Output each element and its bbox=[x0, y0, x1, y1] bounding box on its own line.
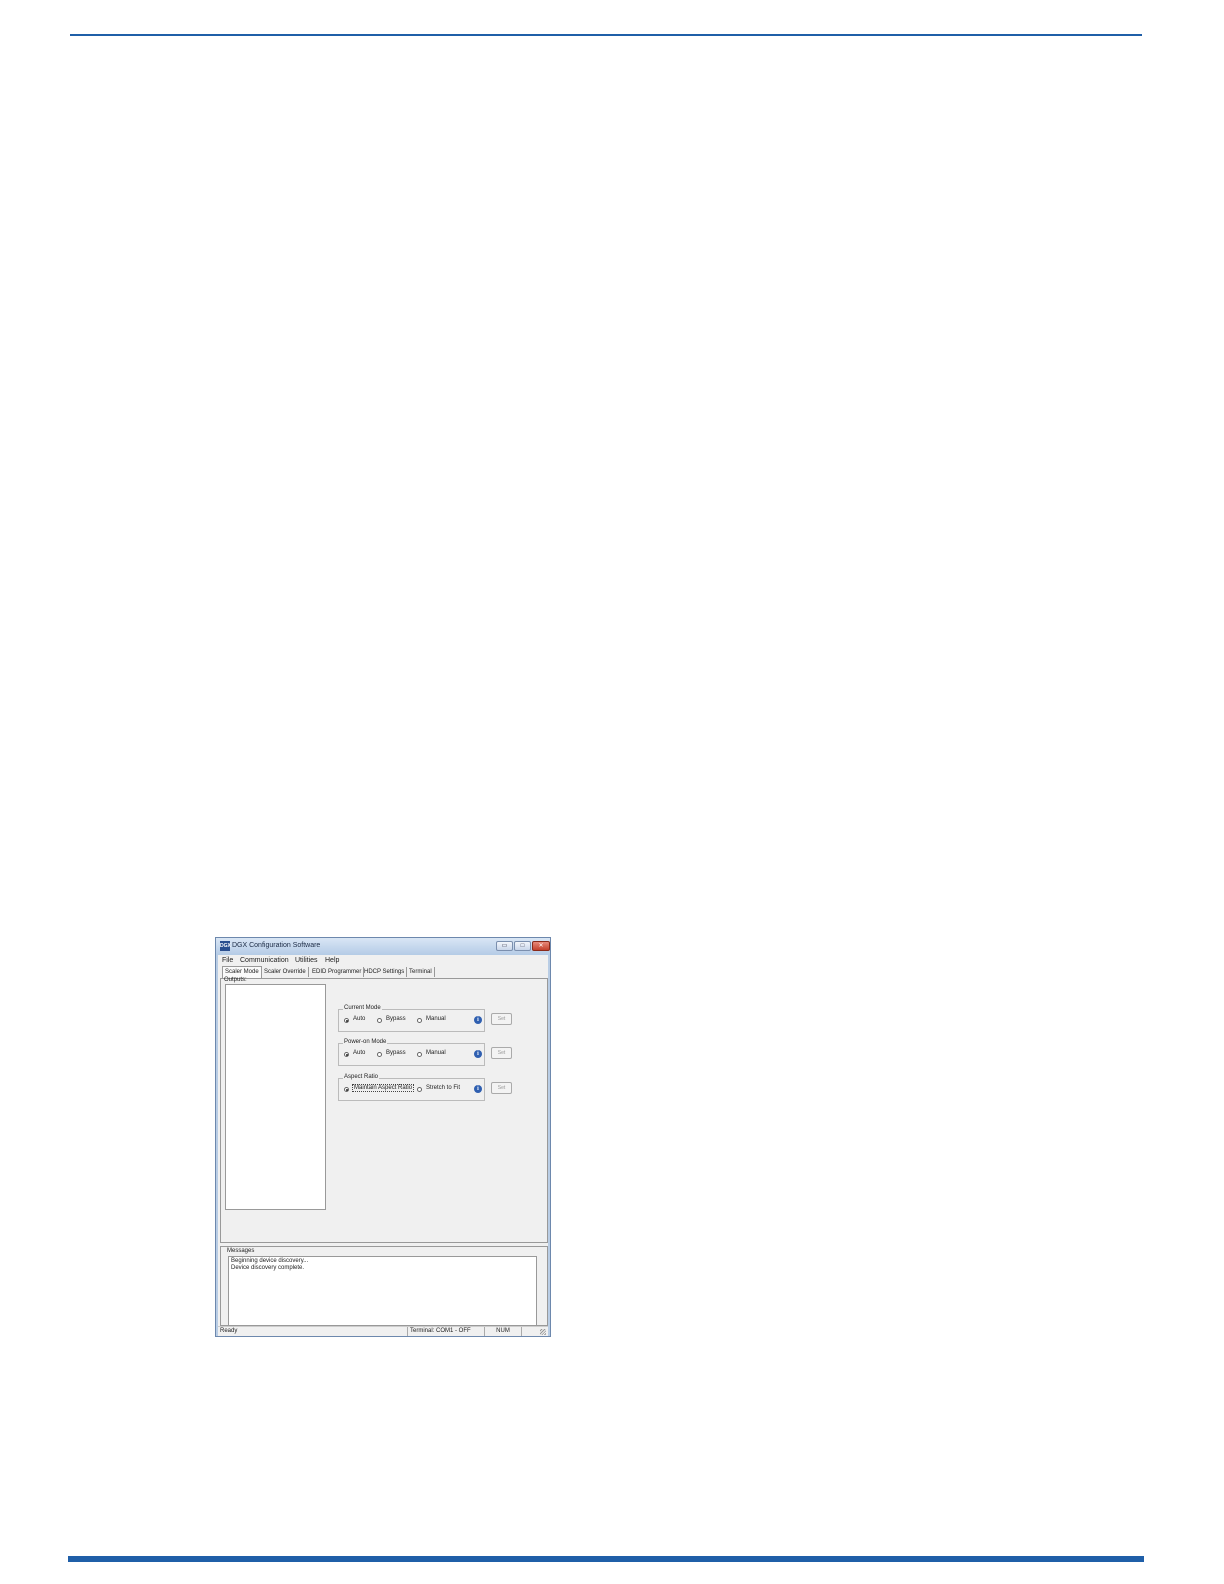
power-on-auto-radio[interactable] bbox=[344, 1052, 349, 1057]
message-line: Device discovery complete. bbox=[231, 1265, 305, 1271]
messages-label: Messages bbox=[227, 1248, 255, 1254]
status-terminal: Terminal: COM1 - OFF bbox=[407, 1327, 482, 1336]
footer-rule bbox=[68, 1556, 1144, 1562]
menu-help[interactable]: Help bbox=[325, 957, 339, 964]
outputs-label: Outputs: bbox=[224, 977, 247, 983]
window-client: File Communication Utilities Help Scaler… bbox=[218, 955, 548, 1336]
info-icon[interactable]: i bbox=[474, 1050, 482, 1058]
power-on-auto-label[interactable]: Auto bbox=[353, 1050, 365, 1056]
minimize-button[interactable]: ▭ bbox=[496, 941, 513, 951]
resize-grip-icon[interactable] bbox=[540, 1329, 546, 1335]
window-title: DGX Configuration Software bbox=[232, 942, 321, 949]
current-mode-manual-label[interactable]: Manual bbox=[426, 1016, 446, 1022]
close-button[interactable]: ✕ bbox=[532, 941, 550, 951]
current-mode-group: Current Mode Auto Bypass Manual i bbox=[338, 1005, 485, 1032]
current-mode-auto-label[interactable]: Auto bbox=[353, 1016, 365, 1022]
power-on-manual-radio[interactable] bbox=[417, 1052, 422, 1057]
app-window: DGX DGX Configuration Software ▭ □ ✕ Fil… bbox=[215, 937, 551, 1337]
stretch-to-fit-label[interactable]: Stretch to Fit bbox=[426, 1085, 460, 1091]
tab-edid-programmer[interactable]: EDID Programmer bbox=[312, 967, 365, 977]
app-logo-icon: DGX bbox=[220, 941, 231, 951]
power-on-bypass-label[interactable]: Bypass bbox=[386, 1050, 406, 1056]
current-mode-set-button[interactable]: Set bbox=[491, 1013, 512, 1025]
current-mode-bypass-radio[interactable] bbox=[377, 1018, 382, 1023]
menu-utilities[interactable]: Utilities bbox=[295, 957, 318, 964]
aspect-ratio-set-button[interactable]: Set bbox=[491, 1082, 512, 1094]
title-bar[interactable]: DGX DGX Configuration Software ▭ □ ✕ bbox=[216, 938, 550, 955]
tab-hdcp-settings[interactable]: HDCP Settings bbox=[364, 967, 408, 977]
power-on-mode-title: Power-on Mode bbox=[343, 1039, 388, 1045]
message-line: Beginning device discovery... bbox=[231, 1258, 309, 1264]
current-mode-manual-radio[interactable] bbox=[417, 1018, 422, 1023]
current-mode-bypass-label[interactable]: Bypass bbox=[386, 1016, 406, 1022]
status-ready: Ready bbox=[220, 1328, 238, 1334]
current-mode-title: Current Mode bbox=[343, 1005, 382, 1011]
power-on-mode-group: Power-on Mode Auto Bypass Manual i bbox=[338, 1039, 485, 1066]
power-on-mode-set-button[interactable]: Set bbox=[491, 1047, 512, 1059]
menu-file[interactable]: File bbox=[222, 957, 233, 964]
power-on-bypass-radio[interactable] bbox=[377, 1052, 382, 1057]
maximize-button[interactable]: □ bbox=[514, 941, 531, 951]
maintain-aspect-label[interactable]: Maintain Aspect Ratio bbox=[352, 1084, 415, 1092]
menu-communication[interactable]: Communication bbox=[240, 957, 289, 964]
info-icon[interactable]: i bbox=[474, 1085, 482, 1093]
tab-strip: Scaler Mode Scaler Override EDID Program… bbox=[220, 966, 546, 978]
messages-box[interactable]: Beginning device discovery... Device dis… bbox=[228, 1256, 537, 1326]
tab-terminal[interactable]: Terminal bbox=[409, 967, 435, 977]
menu-bar: File Communication Utilities Help bbox=[218, 955, 548, 966]
maintain-aspect-radio[interactable] bbox=[344, 1087, 349, 1092]
stretch-to-fit-radio[interactable] bbox=[417, 1087, 422, 1092]
status-bar: Ready Terminal: COM1 - OFF NUM bbox=[218, 1326, 548, 1336]
outputs-list[interactable] bbox=[225, 984, 326, 1210]
messages-panel: Messages Beginning device discovery... D… bbox=[220, 1246, 548, 1326]
header-rule bbox=[70, 34, 1142, 36]
status-num-lock: NUM bbox=[484, 1327, 522, 1336]
aspect-ratio-group: Aspect Ratio Maintain Aspect Ratio Stret… bbox=[338, 1074, 485, 1101]
aspect-ratio-title: Aspect Ratio bbox=[343, 1074, 380, 1080]
power-on-manual-label[interactable]: Manual bbox=[426, 1050, 446, 1056]
tab-scaler-override[interactable]: Scaler Override bbox=[264, 967, 309, 977]
current-mode-auto-radio[interactable] bbox=[344, 1018, 349, 1023]
info-icon[interactable]: i bbox=[474, 1016, 482, 1024]
